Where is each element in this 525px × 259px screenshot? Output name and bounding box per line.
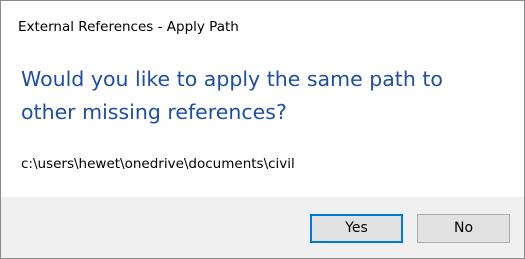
dialog-title: External References - Apply Path	[18, 19, 239, 35]
apply-path-dialog: External References - Apply Path Would y…	[0, 0, 525, 259]
path-text: c:\users\hewet\onedrive\documents\civil	[21, 156, 295, 172]
no-button[interactable]: No	[417, 214, 510, 243]
main-instruction: Would you like to apply the same path to…	[21, 67, 443, 124]
yes-button[interactable]: Yes	[310, 214, 403, 243]
button-bar: Yes No	[1, 197, 524, 258]
